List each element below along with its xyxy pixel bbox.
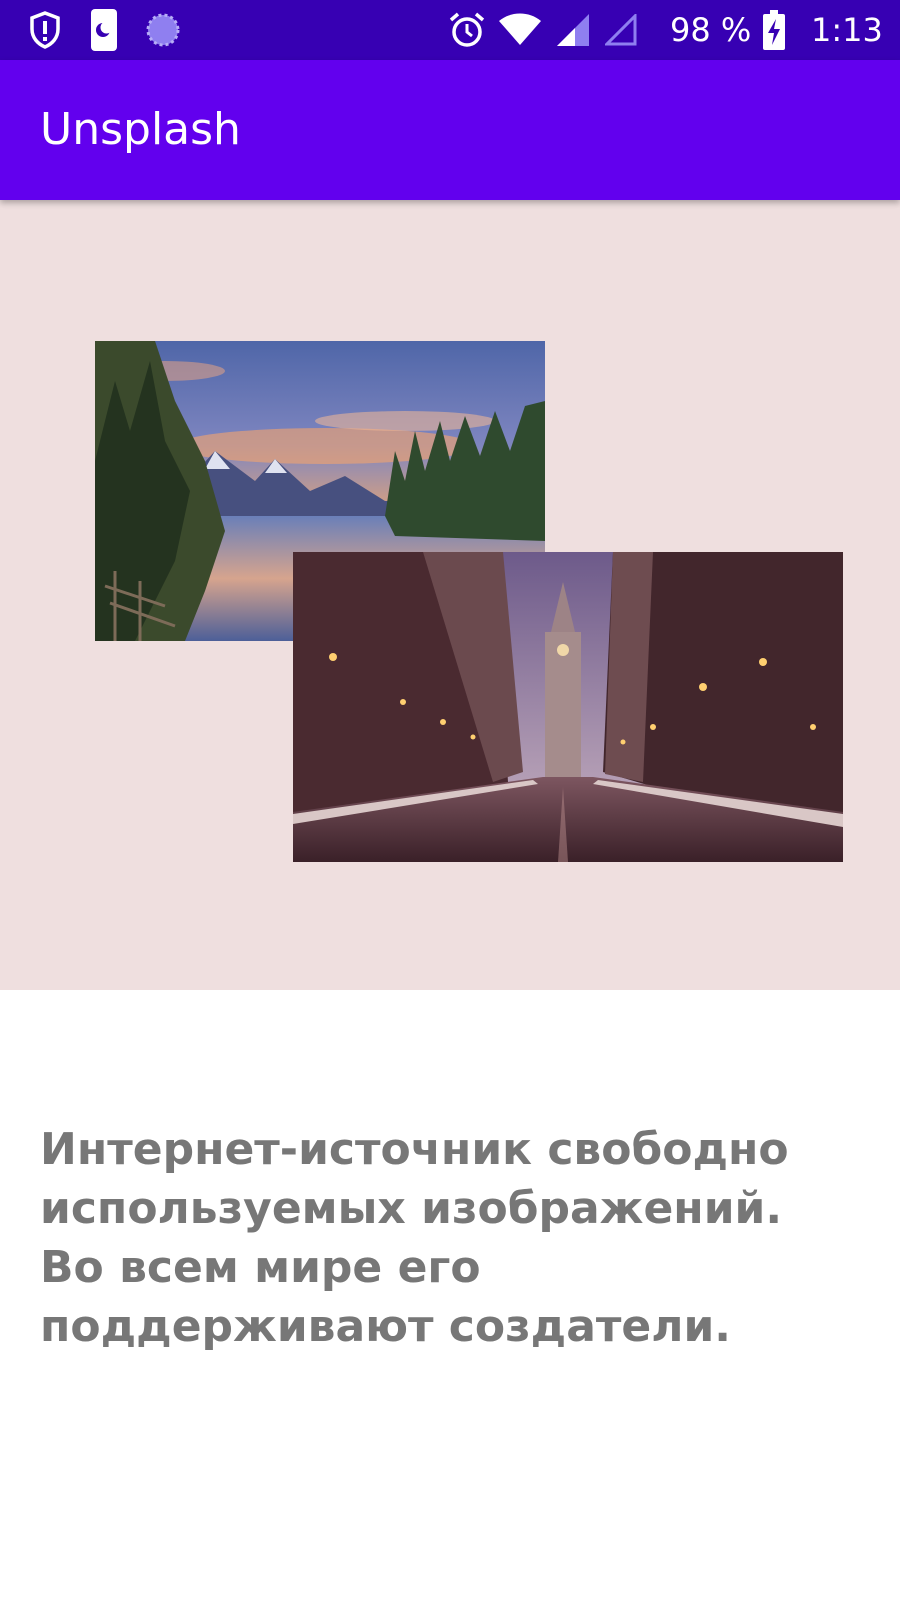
hero-illustration: [0, 200, 900, 990]
battery-percentage: 98 %: [670, 11, 752, 49]
description-text: Интернет-источник свободно используемых …: [40, 1124, 789, 1352]
cellular-signal-empty-icon: [604, 0, 638, 60]
do-not-disturb-icon: [90, 0, 118, 60]
app-bar: Unsplash: [0, 60, 900, 200]
city-photo: [293, 552, 843, 862]
alarm-icon: [448, 0, 486, 60]
app-title: Unsplash: [40, 104, 241, 155]
status-time: 1:13: [811, 11, 883, 49]
shield-alert-icon: [28, 0, 62, 60]
battery-charging-icon: [761, 0, 787, 60]
wifi-icon: [498, 0, 542, 60]
status-bar: 98 % 1:13: [0, 0, 900, 60]
cellular-signal-icon: [556, 0, 590, 60]
loading-spinner-icon: [145, 0, 181, 60]
